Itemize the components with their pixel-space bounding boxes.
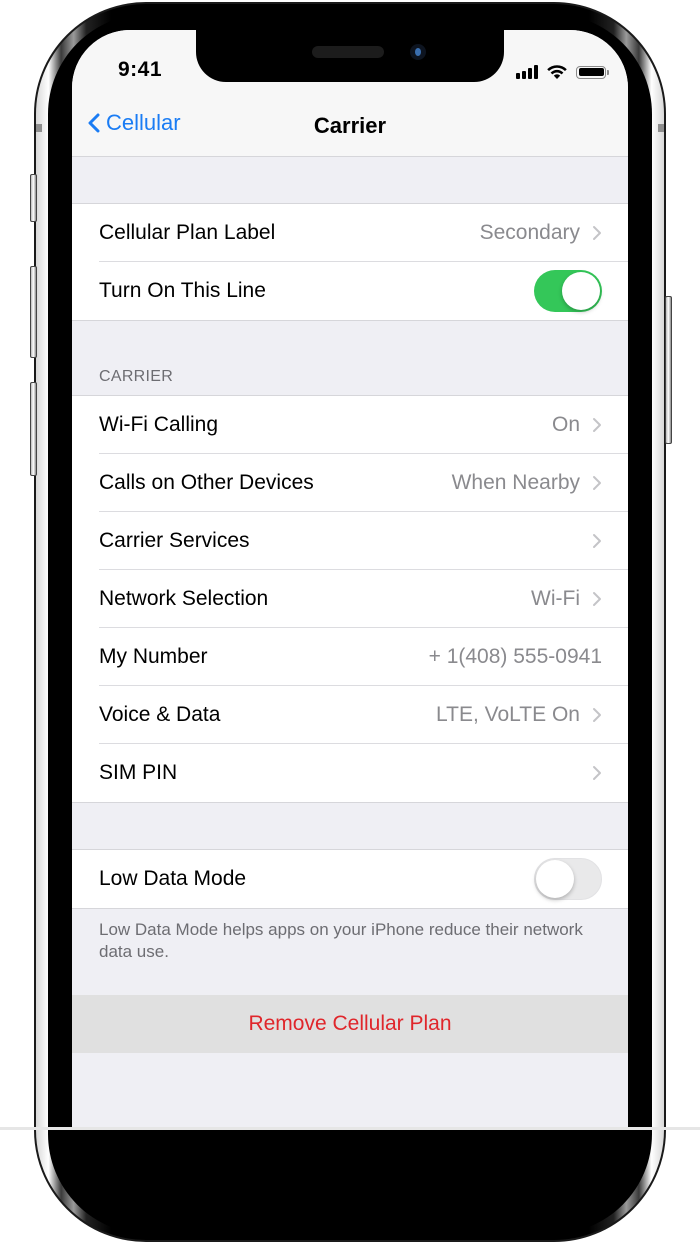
my-number-row: My Number + 1(408) 555-0941	[72, 627, 628, 686]
chevron-right-icon	[593, 592, 601, 606]
voice-and-data-row[interactable]: Voice & Data LTE, VoLTE On	[72, 685, 628, 744]
wifi-calling-row[interactable]: Wi-Fi Calling On	[72, 396, 628, 454]
status-time: 9:41	[118, 58, 163, 81]
battery-icon	[576, 65, 609, 79]
row-value: Secondary	[479, 221, 580, 244]
row-label: Turn On This Line	[99, 279, 266, 302]
turn-on-this-line-row: Turn On This Line	[72, 261, 628, 320]
cellular-plan-label-row[interactable]: Cellular Plan Label Secondary	[72, 204, 628, 262]
phone-number-value: + 1(408) 555-0941	[428, 645, 602, 668]
speaker-grille	[312, 46, 384, 58]
settings-content: Cellular Plan Label Secondary Turn On Th…	[72, 157, 628, 1053]
row-label: Carrier Services	[99, 529, 250, 552]
low-data-group: Low Data Mode	[72, 849, 628, 909]
volume-up-button	[30, 266, 37, 358]
chevron-right-icon	[593, 708, 601, 722]
section-header-label: CARRIER	[99, 368, 174, 385]
carrier-services-row[interactable]: Carrier Services	[72, 511, 628, 570]
toggle-knob	[536, 860, 574, 898]
screen: 9:41 Cellular Carrier Cellular Plan Labe…	[72, 30, 628, 1130]
antenna-band-left	[36, 124, 42, 132]
chevron-right-icon	[593, 476, 601, 490]
side-power-button	[665, 296, 672, 444]
cellular-signal-icon	[516, 65, 538, 79]
carrier-group: Wi-Fi Calling On Calls on Other Devices …	[72, 395, 628, 803]
navigation-bar: Cellular Carrier	[72, 90, 628, 157]
row-value: LTE, VoLTE On	[436, 703, 580, 726]
remove-cellular-plan-button[interactable]: Remove Cellular Plan	[72, 995, 628, 1053]
volume-down-button	[30, 382, 37, 476]
row-label: Calls on Other Devices	[99, 471, 314, 494]
wifi-icon	[547, 65, 567, 79]
antenna-band-right	[658, 124, 664, 132]
row-label: SIM PIN	[99, 761, 178, 784]
chevron-right-icon	[593, 226, 601, 240]
turn-on-this-line-toggle[interactable]	[534, 270, 602, 312]
calls-on-other-devices-row[interactable]: Calls on Other Devices When Nearby	[72, 453, 628, 512]
toggle-knob	[562, 272, 600, 310]
row-label: My Number	[99, 645, 208, 668]
row-value: Wi-Fi	[531, 587, 580, 610]
row-label: Wi-Fi Calling	[99, 413, 219, 436]
notch	[196, 30, 504, 82]
row-label: Network Selection	[99, 587, 269, 610]
row-value: On	[551, 413, 580, 436]
low-data-mode-toggle[interactable]	[534, 858, 602, 900]
chevron-right-icon	[593, 534, 601, 548]
row-label: Low Data Mode	[99, 867, 247, 890]
row-label: Voice & Data	[99, 703, 221, 726]
row-label: Cellular Plan Label	[99, 221, 276, 244]
sim-pin-row[interactable]: SIM PIN	[72, 743, 628, 802]
row-value: When Nearby	[451, 471, 580, 494]
low-data-mode-row: Low Data Mode	[72, 850, 628, 908]
chevron-right-icon	[593, 418, 601, 432]
status-icons	[516, 64, 609, 80]
front-camera	[410, 44, 426, 60]
page-title: Carrier	[313, 113, 387, 138]
low-data-mode-footer: Low Data Mode helps apps on your iPhone …	[99, 920, 583, 961]
section-header-carrier: CARRIER	[72, 321, 628, 395]
plan-group: Cellular Plan Label Secondary Turn On Th…	[72, 203, 628, 321]
mute-switch	[30, 174, 37, 222]
network-selection-row[interactable]: Network Selection Wi-Fi	[72, 569, 628, 628]
chevron-right-icon	[593, 766, 601, 780]
